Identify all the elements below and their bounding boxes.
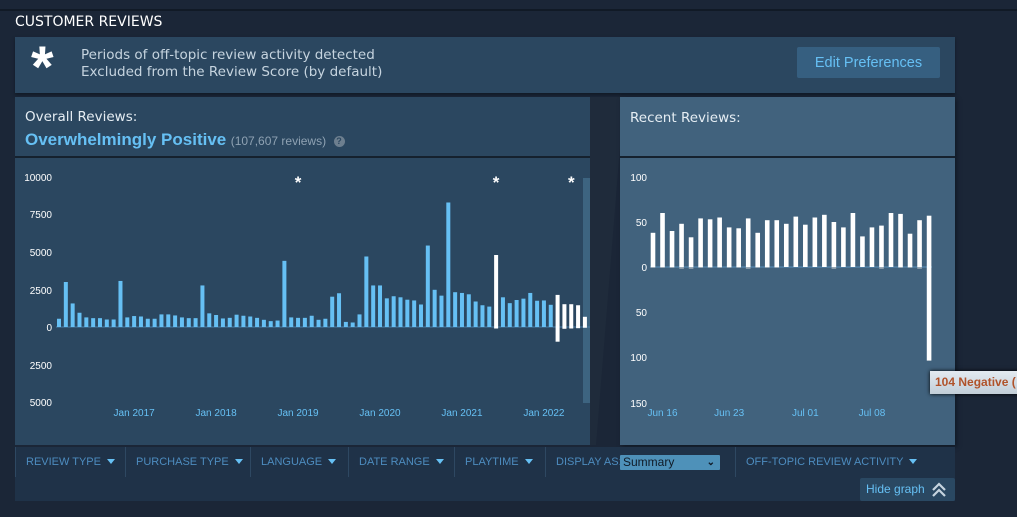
filter-date-range[interactable]: DATE RANGE [348,447,444,477]
double-chevron-up-icon [932,482,946,497]
caret-down-icon [435,459,444,464]
caret-down-icon [524,459,533,464]
notice-text: Periods of off-topic review activity det… [81,47,382,81]
recent-reviews-label: Recent Reviews: [630,110,741,126]
review-score-summary[interactable]: Overwhelmingly Positive [25,130,226,149]
filter-label: DATE RANGE [359,456,430,468]
display-as-label: DISPLAY AS: [556,456,622,468]
filter-off-topic-activity[interactable]: OFF-TOPIC REVIEW ACTIVITY [735,447,918,477]
filter-label: LANGUAGE [261,456,323,468]
recent-reviews-panel: Recent Reviews: [620,97,955,445]
overall-score: Overwhelmingly Positive (107,607 reviews… [25,130,345,150]
edit-preferences-button[interactable]: Edit Preferences [797,47,940,78]
filter-label: OFF-TOPIC REVIEW ACTIVITY [746,456,904,468]
caret-down-icon [909,459,918,464]
filter-playtime[interactable]: PLAYTIME [454,447,533,477]
filter-label: PLAYTIME [465,456,519,468]
caret-down-icon [106,459,115,464]
filter-label: PURCHASE TYPE [136,456,229,468]
bar-tooltip: 104 Negative ( [930,371,1017,394]
recent-reviews-header: Recent Reviews: [620,97,955,158]
hide-graph-label: Hide graph [866,482,925,496]
chevron-down-icon: ⌄ [706,457,715,468]
panel-connector [590,97,620,445]
display-as-value: Summary [623,455,675,469]
overall-reviews-panel: Overall Reviews: Overwhelmingly Positive… [15,97,615,445]
caret-down-icon [328,459,337,464]
hide-graph-button[interactable]: Hide graph [860,478,955,501]
notice-line-2: Excluded from the Review Score (by defau… [81,64,383,80]
overall-reviews-label: Overall Reviews: [25,109,138,125]
top-divider [0,9,1017,11]
asterisk-icon: * [31,35,54,100]
filter-language[interactable]: LANGUAGE [250,447,337,477]
caret-down-icon [234,459,243,464]
overall-reviews-header: Overall Reviews: Overwhelmingly Positive… [15,97,615,158]
filter-bar: REVIEW TYPE PURCHASE TYPE LANGUAGE DATE … [15,447,955,501]
section-title: CUSTOMER REVIEWS [15,14,163,30]
help-icon[interactable]: ? [333,136,345,147]
filter-review-type[interactable]: REVIEW TYPE [15,447,115,477]
off-topic-notice: * Periods of off-topic review activity d… [15,37,955,97]
notice-line-1: Periods of off-topic review activity det… [81,47,375,63]
review-count: (107,607 reviews) [230,134,327,148]
display-as-select[interactable]: Summary ⌄ [620,455,720,470]
filter-label: REVIEW TYPE [26,456,101,468]
filter-purchase-type[interactable]: PURCHASE TYPE [125,447,243,477]
